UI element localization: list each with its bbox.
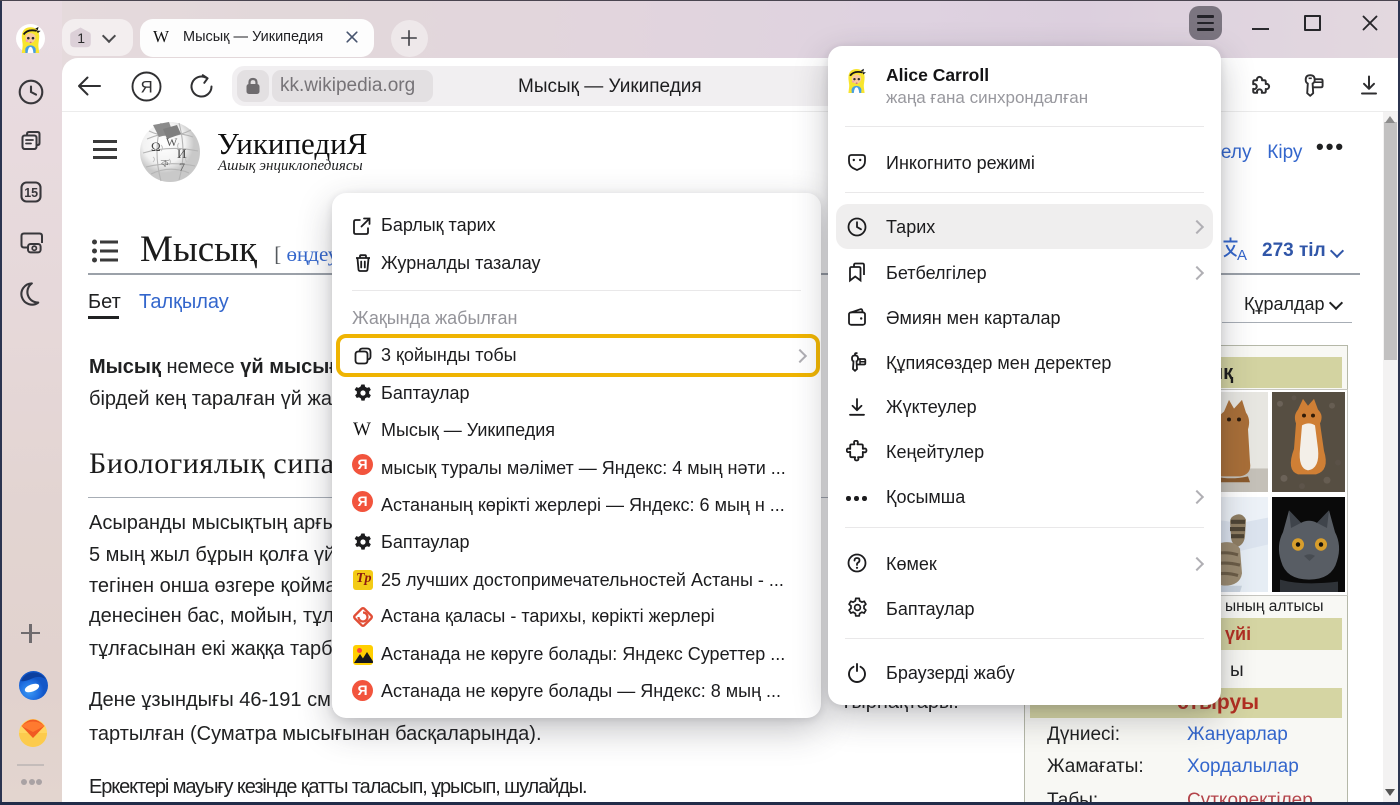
svg-text:ক: ক	[160, 158, 169, 170]
svg-text:Я: Я	[141, 78, 153, 97]
svg-text:Ω: Ω	[151, 139, 161, 154]
svg-text:15: 15	[24, 186, 38, 200]
svg-text:1: 1	[77, 30, 85, 46]
svg-text:И: И	[177, 146, 186, 161]
svg-text:А: А	[1237, 247, 1247, 262]
svg-text:7: 7	[179, 160, 185, 174]
